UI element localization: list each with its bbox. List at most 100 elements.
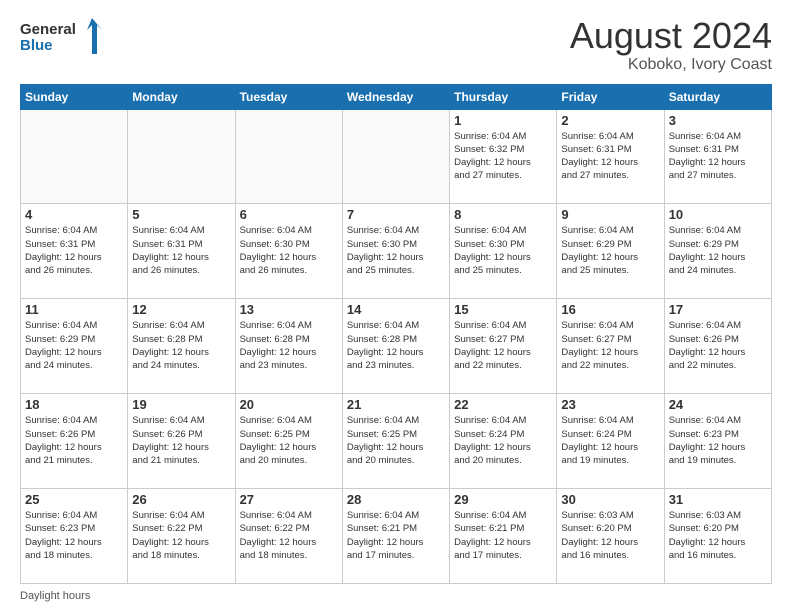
footer: Daylight hours	[20, 590, 772, 602]
day-info: Sunrise: 6:04 AMSunset: 6:28 PMDaylight:…	[240, 319, 338, 372]
weekday-header-monday: Monday	[128, 84, 235, 109]
day-info: Sunrise: 6:04 AMSunset: 6:21 PMDaylight:…	[454, 509, 552, 562]
calendar-cell: 3Sunrise: 6:04 AMSunset: 6:31 PMDaylight…	[664, 109, 771, 204]
day-info: Sunrise: 6:04 AMSunset: 6:23 PMDaylight:…	[25, 509, 123, 562]
day-number: 18	[25, 397, 123, 412]
calendar-cell: 18 Sunrise: 6:04 AMSunset: 6:26 PMDayligh…	[21, 394, 128, 489]
day-info: Sunrise: 6:04 AMSunset: 6:29 PMDaylight:…	[561, 224, 659, 277]
day-number: 16	[561, 302, 659, 317]
day-info: Sunrise: 6:04 AMSunset: 6:32 PMDaylight:…	[454, 130, 552, 183]
day-info: Sunrise: 6:04 AMSunset: 6:25 PMDaylight:…	[347, 414, 445, 467]
day-number: 11	[25, 302, 123, 317]
calendar-cell: 27 Sunrise: 6:04 AMSunset: 6:22 PMDayligh…	[235, 489, 342, 584]
day-info: Sunrise: 6:04 AMSunset: 6:26 PMDaylight:…	[132, 414, 230, 467]
calendar-cell: 25 Sunrise: 6:04 AMSunset: 6:23 PMDayligh…	[21, 489, 128, 584]
footer-text: Daylight hours	[20, 590, 90, 602]
day-info: Sunrise: 6:03 AMSunset: 6:20 PMDaylight:…	[669, 509, 767, 562]
day-number: 12	[132, 302, 230, 317]
day-info: Sunrise: 6:04 AMSunset: 6:24 PMDaylight:…	[561, 414, 659, 467]
calendar-cell: 5 Sunrise: 6:04 AMSunset: 6:31 PMDaylight…	[128, 204, 235, 299]
day-number: 27	[240, 492, 338, 507]
calendar-cell	[128, 109, 235, 204]
day-number: 30	[561, 492, 659, 507]
svg-text:Blue: Blue	[20, 37, 53, 54]
weekday-header-wednesday: Wednesday	[342, 84, 449, 109]
logo: General Blue	[20, 16, 110, 58]
day-number: 13	[240, 302, 338, 317]
subtitle: Koboko, Ivory Coast	[570, 56, 772, 74]
calendar-cell: 28 Sunrise: 6:04 AMSunset: 6:21 PMDayligh…	[342, 489, 449, 584]
day-info: Sunrise: 6:04 AMSunset: 6:30 PMDaylight:…	[454, 224, 552, 277]
day-info: Sunrise: 6:04 AMSunset: 6:31 PMDaylight:…	[25, 224, 123, 277]
calendar-cell: 12 Sunrise: 6:04 AMSunset: 6:28 PMDayligh…	[128, 299, 235, 394]
calendar-cell: 6Sunrise: 6:04 AMSunset: 6:30 PMDaylight…	[235, 204, 342, 299]
calendar-cell: 1 Sunrise: 6:04 AMSunset: 6:32 PMDaylight…	[450, 109, 557, 204]
title-block: August 2024 Koboko, Ivory Coast	[570, 16, 772, 74]
calendar-cell: 17Sunrise: 6:04 AMSunset: 6:26 PMDayligh…	[664, 299, 771, 394]
calendar-cell: 22 Sunrise: 6:04 AMSunset: 6:24 PMDayligh…	[450, 394, 557, 489]
calendar-cell	[235, 109, 342, 204]
day-info: Sunrise: 6:04 AMSunset: 6:31 PMDaylight:…	[561, 130, 659, 183]
calendar-cell: 13 Sunrise: 6:04 AMSunset: 6:28 PMDayligh…	[235, 299, 342, 394]
calendar-cell: 2 Sunrise: 6:04 AMSunset: 6:31 PMDaylight…	[557, 109, 664, 204]
day-number: 4	[25, 207, 123, 222]
calendar-cell: 19 Sunrise: 6:04 AMSunset: 6:26 PMDayligh…	[128, 394, 235, 489]
day-number: 28	[347, 492, 445, 507]
day-info: Sunrise: 6:04 AMSunset: 6:25 PMDaylight:…	[240, 414, 338, 467]
svg-text:General: General	[20, 21, 76, 38]
day-number: 29	[454, 492, 552, 507]
calendar-cell: 8 Sunrise: 6:04 AMSunset: 6:30 PMDaylight…	[450, 204, 557, 299]
day-info: Sunrise: 6:04 AMSunset: 6:24 PMDaylight:…	[454, 414, 552, 467]
day-number: 25	[25, 492, 123, 507]
calendar-cell: 29 Sunrise: 6:04 AMSunset: 6:21 PMDayligh…	[450, 489, 557, 584]
calendar-table: SundayMondayTuesdayWednesdayThursdayFrid…	[20, 84, 772, 584]
calendar-cell	[342, 109, 449, 204]
day-info: Sunrise: 6:04 AMSunset: 6:28 PMDaylight:…	[132, 319, 230, 372]
day-number: 7	[347, 207, 445, 222]
weekday-header-saturday: Saturday	[664, 84, 771, 109]
day-number: 26	[132, 492, 230, 507]
day-info: Sunrise: 6:04 AMSunset: 6:27 PMDaylight:…	[561, 319, 659, 372]
day-number: 10	[669, 207, 767, 222]
calendar-cell: 30 Sunrise: 6:03 AMSunset: 6:20 PMDayligh…	[557, 489, 664, 584]
day-info: Sunrise: 6:04 AMSunset: 6:21 PMDaylight:…	[347, 509, 445, 562]
weekday-header-tuesday: Tuesday	[235, 84, 342, 109]
day-info: Sunrise: 6:04 AMSunset: 6:30 PMDaylight:…	[240, 224, 338, 277]
day-info: Sunrise: 6:04 AMSunset: 6:29 PMDaylight:…	[669, 224, 767, 277]
day-info: Sunrise: 6:04 AMSunset: 6:26 PMDaylight:…	[25, 414, 123, 467]
day-number: 5	[132, 207, 230, 222]
day-number: 24	[669, 397, 767, 412]
day-number: 17	[669, 302, 767, 317]
day-info: Sunrise: 6:04 AMSunset: 6:22 PMDaylight:…	[132, 509, 230, 562]
logo-svg: General Blue	[20, 16, 110, 58]
day-number: 19	[132, 397, 230, 412]
day-number: 1	[454, 113, 552, 128]
weekday-header-thursday: Thursday	[450, 84, 557, 109]
day-info: Sunrise: 6:04 AMSunset: 6:27 PMDaylight:…	[454, 319, 552, 372]
calendar-cell: 7 Sunrise: 6:04 AMSunset: 6:30 PMDaylight…	[342, 204, 449, 299]
day-info: Sunrise: 6:04 AMSunset: 6:31 PMDaylight:…	[132, 224, 230, 277]
day-number: 31	[669, 492, 767, 507]
calendar-cell: 9 Sunrise: 6:04 AMSunset: 6:29 PMDaylight…	[557, 204, 664, 299]
calendar-cell: 15 Sunrise: 6:04 AMSunset: 6:27 PMDayligh…	[450, 299, 557, 394]
calendar-cell: 11 Sunrise: 6:04 AMSunset: 6:29 PMDayligh…	[21, 299, 128, 394]
day-number: 9	[561, 207, 659, 222]
weekday-header-sunday: Sunday	[21, 84, 128, 109]
day-number: 22	[454, 397, 552, 412]
day-number: 14	[347, 302, 445, 317]
day-info: Sunrise: 6:03 AMSunset: 6:20 PMDaylight:…	[561, 509, 659, 562]
main-title: August 2024	[570, 16, 772, 56]
day-info: Sunrise: 6:04 AMSunset: 6:31 PMDaylight:…	[669, 130, 767, 183]
day-number: 23	[561, 397, 659, 412]
calendar-cell: 10 Sunrise: 6:04 AMSunset: 6:29 PMDayligh…	[664, 204, 771, 299]
day-number: 2	[561, 113, 659, 128]
calendar-cell	[21, 109, 128, 204]
calendar-cell: 14Sunrise: 6:04 AMSunset: 6:28 PMDayligh…	[342, 299, 449, 394]
day-number: 21	[347, 397, 445, 412]
day-number: 8	[454, 207, 552, 222]
day-info: Sunrise: 6:04 AMSunset: 6:29 PMDaylight:…	[25, 319, 123, 372]
day-info: Sunrise: 6:04 AMSunset: 6:30 PMDaylight:…	[347, 224, 445, 277]
day-number: 15	[454, 302, 552, 317]
day-info: Sunrise: 6:04 AMSunset: 6:22 PMDaylight:…	[240, 509, 338, 562]
calendar-cell: 20Sunrise: 6:04 AMSunset: 6:25 PMDayligh…	[235, 394, 342, 489]
